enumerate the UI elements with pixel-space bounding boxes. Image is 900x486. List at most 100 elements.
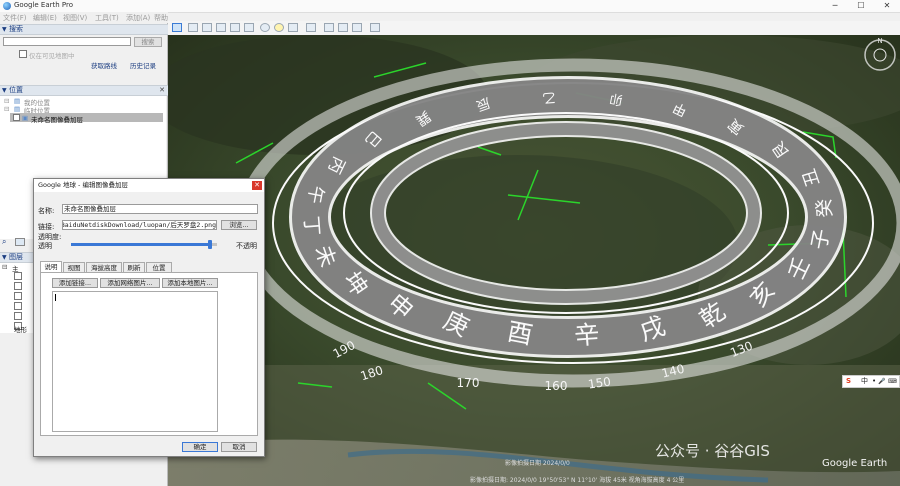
menu-view[interactable]: 视图(V) [63,13,87,23]
image-overlay-icon[interactable] [230,23,240,32]
path-icon[interactable] [216,23,226,32]
opacity-slider-track[interactable] [71,240,217,249]
compass-degree-label: 160 [545,379,568,393]
ok-button[interactable]: 确定 [182,442,218,452]
layers-tree: ⊟ 主 [0,263,33,333]
minimize-button[interactable]: ─ [822,0,848,12]
layer-checkbox[interactable] [14,282,22,290]
expand-icon[interactable]: ⊟ [4,105,9,113]
microphone-icon[interactable]: 🎤 [878,376,885,387]
compass-glyph: 午 [303,184,327,206]
tab-view[interactable]: 视图 [63,262,85,272]
collapse-triangle-icon: ▼ [2,254,7,261]
cancel-button[interactable]: 取消 [221,442,257,452]
google-earth-app-icon [3,2,11,10]
tab-altitude[interactable]: 海拔高度 [86,262,122,272]
places-panel-header[interactable]: ▼ 位置 ✕ [0,85,168,96]
hide-sidebar-icon[interactable] [172,23,182,32]
description-tab-panel: 添加链接... 添加网络图片... 添加本地图片... [40,272,258,436]
dialog-close-icon[interactable]: ✕ [252,181,262,190]
history-link[interactable]: 历史记录 [130,60,156,70]
folder-icon: ▤ [14,105,21,113]
dialog-title: Google 地球 - 编辑图像叠加层 [38,181,128,189]
close-icon[interactable]: ✕ [159,86,165,95]
add-web-image-button[interactable]: 添加网络图片... [100,278,160,288]
overlay-checkbox[interactable] [13,114,20,121]
menu-edit[interactable]: 编辑(E) [33,13,57,23]
maximize-button[interactable]: ☐ [848,0,874,12]
placemark-icon[interactable] [188,23,198,32]
visible-map-checkbox[interactable] [19,50,27,58]
sunlight-icon[interactable] [274,23,284,32]
ime-chinese-mode[interactable]: 中 [861,376,868,387]
save-image-icon[interactable] [352,23,362,32]
menu-bar: 文件(F) 编辑(E) 视图(V) 工具(T) 添加(A) 帮助(H) [0,12,168,31]
email-icon[interactable] [324,23,334,32]
tree-item-selected-overlay[interactable]: ▣ 未命名图像叠加层 [10,113,163,124]
layer-checkbox[interactable] [14,302,22,310]
layer-checkbox[interactable] [14,272,22,280]
description-textarea[interactable] [52,291,218,432]
browse-button[interactable]: 浏览... [221,220,257,230]
tree-item-overlay-label: 未命名图像叠加层 [31,116,83,124]
google-maps-icon[interactable] [370,23,380,32]
compass-glyph: 酉 [505,317,535,350]
google-earth-logo: Google Earth [822,458,888,469]
window-title: Google Earth Pro [14,1,74,9]
search-panel-header[interactable]: ▼ 搜索 [0,24,168,35]
expand-icon[interactable]: ⊟ [4,97,9,105]
name-label: 名称: [38,207,55,215]
sogou-logo-icon: S [846,377,852,385]
collapse-triangle-icon: ▼ [2,87,7,94]
compass-glyph: 辛 [573,320,600,351]
svg-text:N: N [877,37,882,45]
expand-icon[interactable]: ⊟ [2,263,7,271]
compass-glyph: 丁 [300,215,324,236]
image-overlay-icon: ▣ [22,114,29,122]
planets-icon[interactable] [288,23,298,32]
status-bar: 影像拍摄日期: 2024/0/0 19°50'53" N 11°10' 海拔 4… [470,477,685,484]
menu-tools[interactable]: 工具(T) [95,13,119,23]
list-view-icon[interactable] [15,238,25,246]
tab-refresh[interactable]: 刷新 [123,262,145,272]
opacity-max-label: 不透明 [236,242,257,250]
search-icon[interactable]: ⌕ [2,238,12,246]
edit-image-overlay-dialog: Google 地球 - 编辑图像叠加层 ✕ 名称: 未命名图像叠加层 链接: r… [33,178,265,457]
keyboard-icon[interactable]: ⌨ [888,376,897,387]
tab-description[interactable]: 说明 [40,261,62,272]
compass-glyph: 乙 [542,89,556,106]
add-local-image-button[interactable]: 添加本地图片... [162,278,218,288]
collapse-triangle-icon: ▼ [2,26,7,33]
menu-file[interactable]: 文件(F) [3,13,27,23]
add-link-button[interactable]: 添加链接... [52,278,98,288]
polygon-icon[interactable] [202,23,212,32]
search-input[interactable] [3,37,131,46]
toolbar [168,21,900,36]
historical-imagery-icon[interactable] [260,23,270,32]
search-button[interactable]: 搜索 [134,37,162,47]
ruler-icon[interactable] [306,23,316,32]
print-icon[interactable] [338,23,348,32]
link-input[interactable]: r:/BaiduNetdiskDownload/luopan/后天罗盘2.png [62,220,217,230]
visible-map-label: 仅在可见地图中 [29,52,75,60]
record-tour-icon[interactable] [244,23,254,32]
earth-3d-view[interactable]: 庚申坤未丁午丙巳巽辰乙卯甲寅艮丑癸子壬亥乾戌辛酉 190 180 170 160 150… [168,35,900,486]
layer-checkbox[interactable] [14,312,22,320]
layer-terrain[interactable]: 地形 [14,324,27,334]
layers-header-label: 图层 [9,253,23,261]
ime-punct-icon[interactable]: • [872,376,876,387]
wechat-watermark: 公众号 · 谷谷GIS [655,442,770,460]
close-button[interactable]: ✕ [874,0,900,12]
places-header-label: 位置 [9,86,23,94]
menu-add[interactable]: 添加(A) [126,13,150,23]
link-label: 链接: [38,223,55,231]
ime-toolbar[interactable]: S 中 • 🎤 ⌨ [842,375,900,388]
name-input[interactable]: 未命名图像叠加层 [62,204,258,214]
opacity-slider-thumb[interactable] [207,240,212,249]
tab-location[interactable]: 位置 [146,262,172,272]
layer-checkbox[interactable] [14,292,22,300]
dialog-title-bar: Google 地球 - 编辑图像叠加层 ✕ [34,179,264,192]
imagery-credit: 影像拍摄日期 2024/0/0 [505,460,570,467]
get-directions-link[interactable]: 获取路线 [91,60,117,70]
opacity-min-label: 透明 [38,242,52,250]
